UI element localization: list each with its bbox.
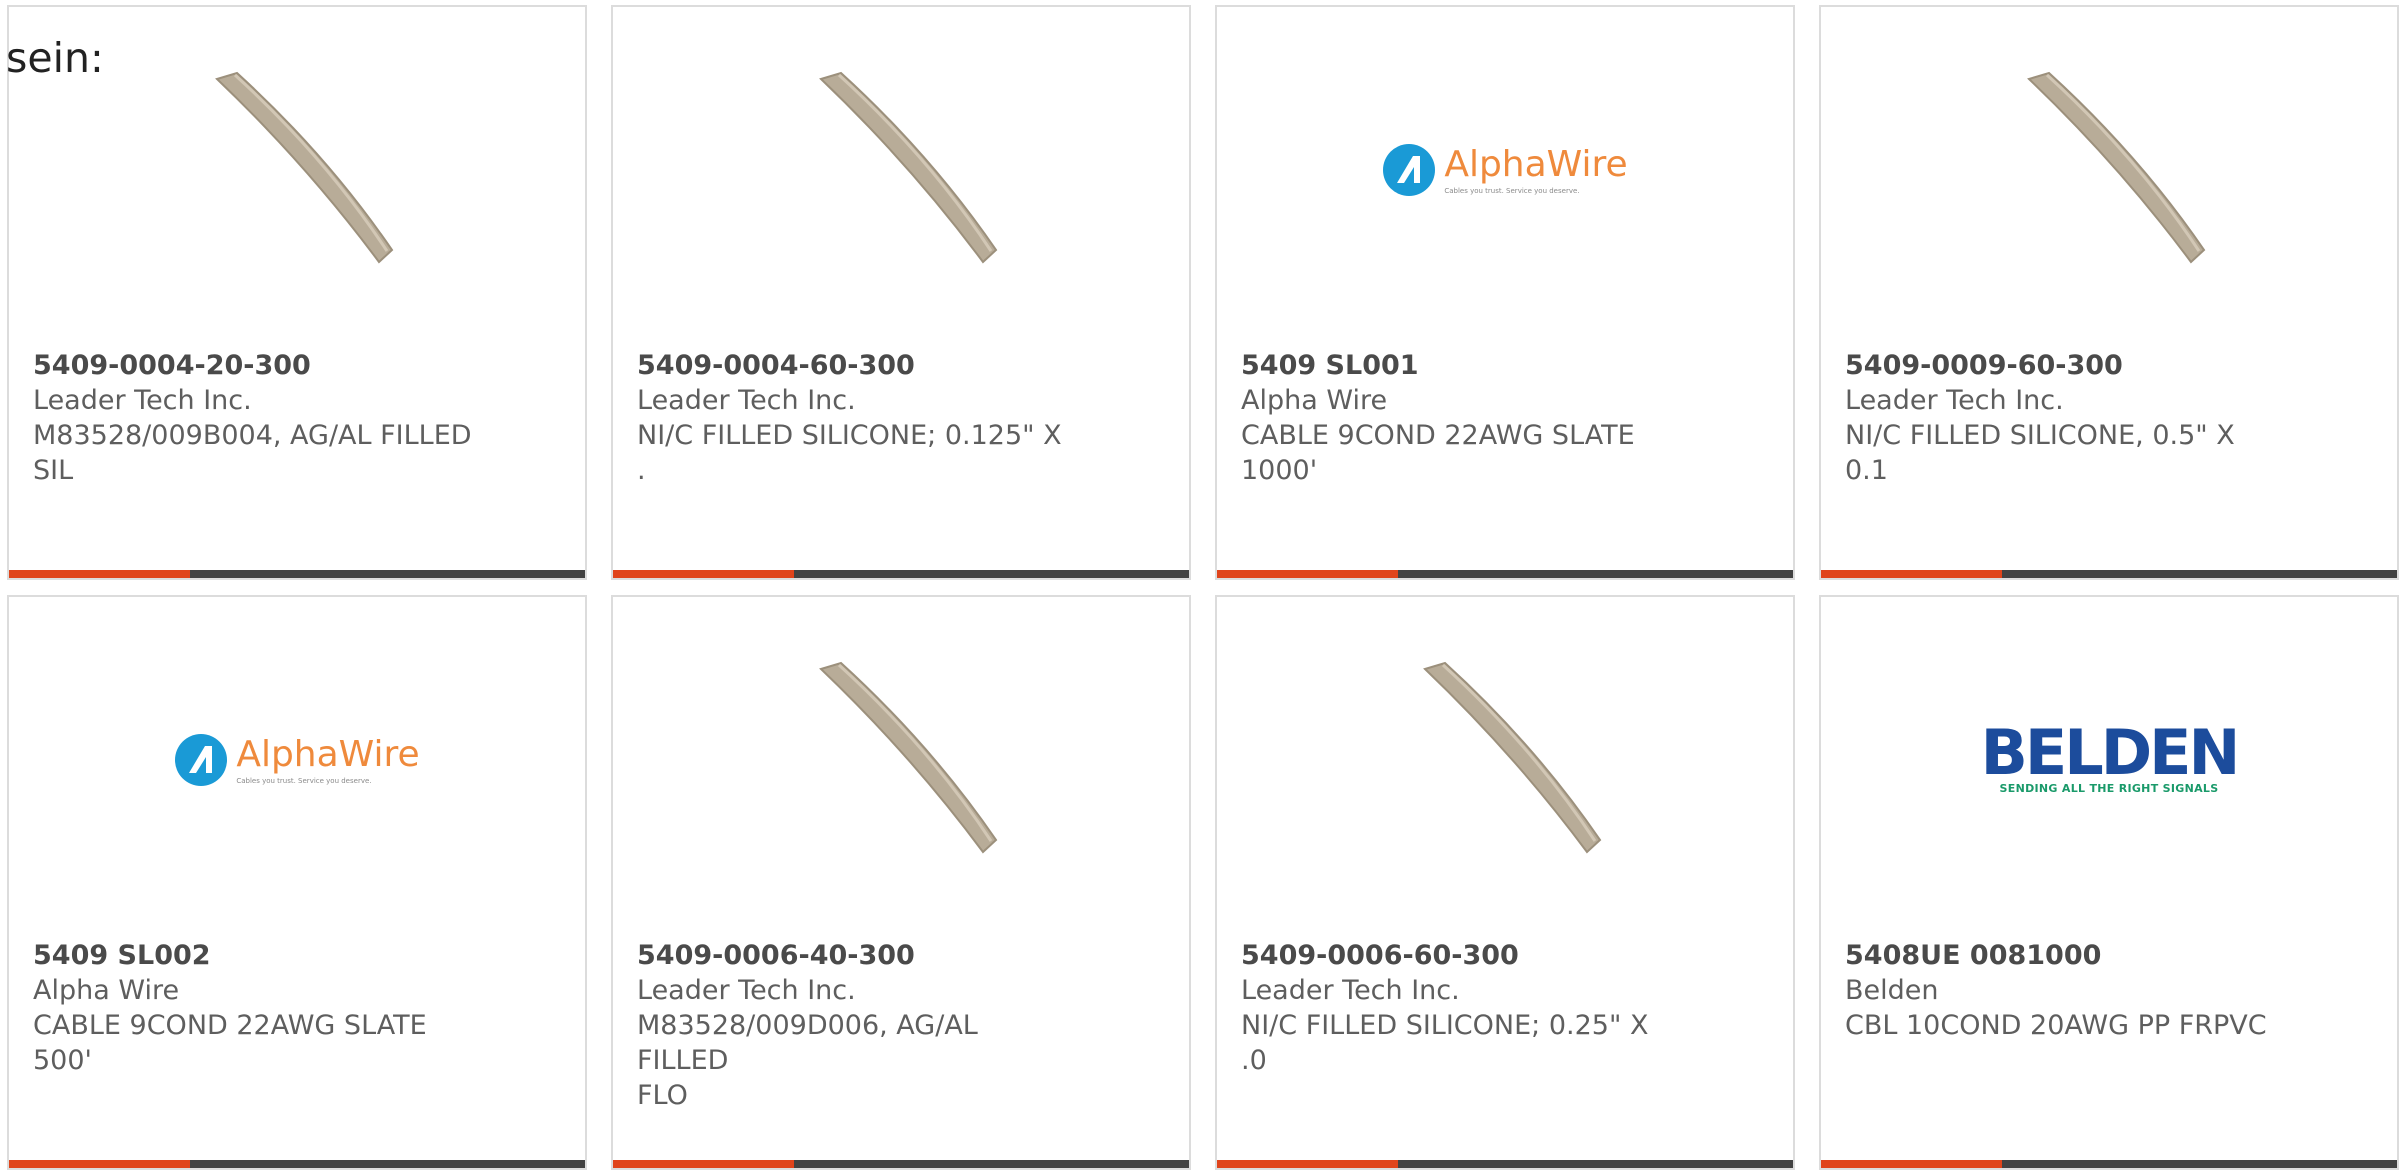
description-line-2: . [637, 455, 646, 486]
tube-image [819, 661, 998, 853]
description-line-1: CABLE 9COND 22AWG SLATE [33, 1010, 427, 1041]
part-number[interactable]: 5409-0004-60-300 [637, 348, 1077, 383]
product-image [1217, 647, 1793, 872]
part-number[interactable]: 5409-0004-20-300 [33, 348, 473, 383]
description-line-1: CBL 10COND 20AWG PP FRPVC [1845, 1010, 2267, 1041]
intro-text: sein: [6, 34, 104, 82]
product-image: AlphaWire Cables you trust. Service you … [9, 647, 585, 872]
part-number[interactable]: 5409 SL002 [33, 938, 473, 973]
manufacturer: Leader Tech Inc. [1845, 385, 2064, 416]
product-card[interactable]: 5409-0009-60-300 Leader Tech Inc. NI/C F… [1819, 5, 2399, 580]
description-line-1: NI/C FILLED SILICONE; 0.25" X [1241, 1010, 1649, 1041]
product-card[interactable]: 5409-0006-60-300 Leader Tech Inc. NI/C F… [1215, 595, 1795, 1170]
card-footer-bar [1217, 570, 1793, 578]
product-card[interactable]: BELDEN SENDING ALL THE RIGHT SIGNALS 540… [1819, 595, 2399, 1170]
logo-text: AlphaWire [236, 734, 420, 775]
manufacturer: Leader Tech Inc. [637, 975, 856, 1006]
card-footer-bar [9, 570, 585, 578]
tube-image [2027, 71, 2206, 263]
description-line-2: FLO [637, 1080, 688, 1111]
description-line-1: NI/C FILLED SILICONE, 0.5" X [1845, 420, 2235, 451]
card-footer-bar [1821, 570, 2397, 578]
alphawire-mark-icon [1383, 143, 1436, 196]
manufacturer: Leader Tech Inc. [33, 385, 252, 416]
product-image [613, 647, 1189, 872]
product-card[interactable]: 5409-0006-40-300 Leader Tech Inc. M83528… [611, 595, 1191, 1170]
manufacturer: Belden [1845, 975, 1939, 1006]
logo-text: BELDEN [1980, 716, 2241, 789]
part-number[interactable]: 5408UE 0081000 [1845, 938, 2285, 973]
manufacturer: Alpha Wire [1241, 385, 1388, 416]
description-line-2: SIL [33, 455, 74, 486]
belden-logo: BELDEN SENDING ALL THE RIGHT SIGNALS [1980, 716, 2241, 796]
product-grid: 5409-0004-20-300 Leader Tech Inc. M83528… [7, 5, 2399, 1170]
logo-tagline: Cables you trust. Service you deserve. [1444, 187, 1580, 195]
description-line-1: M83528/009D006, AG/AL FILLED [637, 1010, 978, 1076]
product-card[interactable]: AlphaWire Cables you trust. Service you … [7, 595, 587, 1170]
card-accent [1217, 570, 1399, 578]
tube-image [1423, 661, 1602, 853]
tube-image [215, 71, 394, 263]
part-number[interactable]: 5409-0006-60-300 [1241, 938, 1681, 973]
part-number[interactable]: 5409-0009-60-300 [1845, 348, 2285, 383]
product-card[interactable]: 5409-0004-20-300 Leader Tech Inc. M83528… [7, 5, 587, 580]
logo-text: AlphaWire [1444, 144, 1628, 185]
product-card[interactable]: AlphaWire Cables you trust. Service you … [1215, 5, 1795, 580]
description-line-2: .0 [1241, 1045, 1267, 1076]
logo-tagline: SENDING ALL THE RIGHT SIGNALS [1999, 782, 2219, 795]
product-image [9, 57, 585, 282]
description-line-2: 1000' [1241, 455, 1318, 486]
card-accent [9, 570, 191, 578]
tube-image [819, 71, 998, 263]
product-card[interactable]: 5409-0004-60-300 Leader Tech Inc. NI/C F… [611, 5, 1191, 580]
manufacturer: Alpha Wire [33, 975, 180, 1006]
alphawire-logo: AlphaWire Cables you trust. Service you … [174, 733, 420, 787]
description-line-1: NI/C FILLED SILICONE; 0.125" X [637, 420, 1062, 451]
card-accent [1821, 570, 2003, 578]
alphawire-logo: AlphaWire Cables you trust. Service you … [1382, 143, 1628, 197]
alphawire-mark-icon [175, 733, 228, 786]
description-line-1: CABLE 9COND 22AWG SLATE [1241, 420, 1635, 451]
logo-tagline: Cables you trust. Service you deserve. [236, 777, 372, 785]
product-image [613, 57, 1189, 282]
card-footer-bar [613, 570, 1189, 578]
description-line-2: 500' [33, 1045, 92, 1076]
product-image: BELDEN SENDING ALL THE RIGHT SIGNALS [1821, 647, 2397, 872]
card-accent [613, 570, 795, 578]
part-number[interactable]: 5409 SL001 [1241, 348, 1681, 383]
part-number[interactable]: 5409-0006-40-300 [637, 938, 1077, 973]
product-image: AlphaWire Cables you trust. Service you … [1217, 57, 1793, 282]
manufacturer: Leader Tech Inc. [637, 385, 856, 416]
description-line-1: M83528/009B004, AG/AL FILLED [33, 420, 472, 451]
product-image [1821, 57, 2397, 282]
description-line-2: 0.1 [1845, 455, 1888, 486]
manufacturer: Leader Tech Inc. [1241, 975, 1460, 1006]
